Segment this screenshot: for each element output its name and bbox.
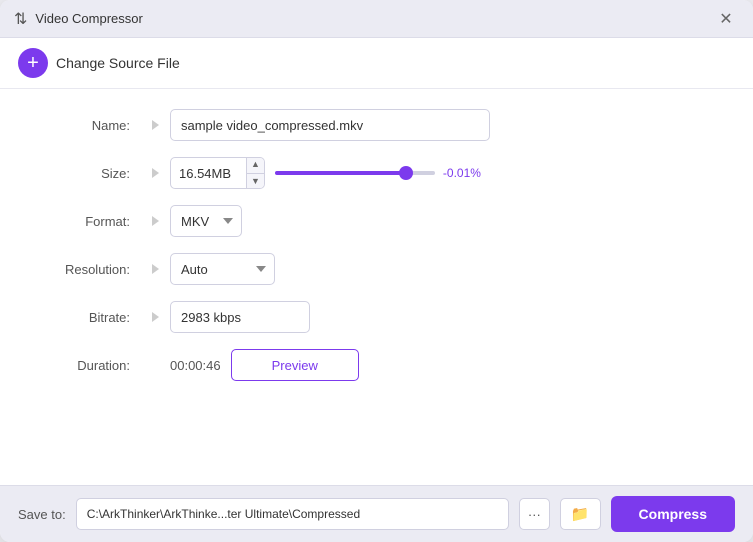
duration-control: 00:00:46 Preview [170, 349, 723, 381]
bitrate-control [170, 301, 723, 333]
resolution-select[interactable]: Auto 1920x1080 1280x720 960x400 640x480 [170, 253, 275, 285]
format-label: Format: [30, 214, 140, 229]
save-path-input[interactable] [76, 498, 509, 530]
resolution-control: Auto 1920x1080 1280x720 960x400 640x480 [170, 253, 723, 285]
bitrate-label: Bitrate: [30, 310, 140, 325]
bottom-bar: Save to: ··· 📁 Compress [0, 485, 753, 542]
toolbar: + Change Source File [0, 38, 753, 89]
slider-pct: -0.01% [443, 166, 481, 180]
compress-button[interactable]: Compress [611, 496, 735, 532]
name-label: Name: [30, 118, 140, 133]
dots-button[interactable]: ··· [519, 498, 550, 530]
size-label: Size: [30, 166, 140, 181]
main-content: Name: Size: 16.54MB ▲ ▼ -0.01% [0, 89, 753, 485]
change-source-label: Change Source File [56, 55, 180, 71]
name-arrow [140, 120, 170, 130]
size-spin-down[interactable]: ▼ [247, 174, 264, 190]
folder-icon: 📁 [571, 505, 590, 523]
bitrate-input[interactable] [170, 301, 310, 333]
app-window: ⇅ Video Compressor ✕ + Change Source Fil… [0, 0, 753, 542]
duration-value: 00:00:46 [170, 358, 221, 373]
name-control [170, 109, 723, 141]
size-spinner: ▲ ▼ [246, 157, 264, 189]
app-icon: ⇅ [14, 9, 27, 29]
window-title: Video Compressor [35, 11, 142, 26]
form-grid: Name: Size: 16.54MB ▲ ▼ -0.01% [30, 109, 723, 381]
titlebar: ⇅ Video Compressor ✕ [0, 0, 753, 38]
bitrate-arrow [140, 312, 170, 322]
format-arrow [140, 216, 170, 226]
change-source-button[interactable]: + Change Source File [18, 48, 180, 78]
size-control: 16.54MB ▲ ▼ -0.01% [170, 157, 723, 189]
size-value-box: 16.54MB ▲ ▼ [170, 157, 265, 189]
slider-wrap: -0.01% [275, 166, 481, 180]
size-arrow [140, 168, 170, 178]
size-slider[interactable] [275, 171, 435, 175]
add-icon: + [18, 48, 48, 78]
close-button[interactable]: ✕ [713, 6, 739, 32]
format-select[interactable]: MKV MP4 AVI MOV WMV [170, 205, 242, 237]
name-input[interactable] [170, 109, 490, 141]
size-spin-up[interactable]: ▲ [247, 157, 264, 174]
resolution-label: Resolution: [30, 262, 140, 277]
size-value-text: 16.54MB [171, 166, 246, 181]
resolution-arrow [140, 264, 170, 274]
titlebar-left: ⇅ Video Compressor [14, 9, 143, 29]
folder-button[interactable]: 📁 [560, 498, 601, 530]
duration-label: Duration: [30, 358, 140, 373]
preview-button[interactable]: Preview [231, 349, 359, 381]
save-to-label: Save to: [18, 507, 66, 522]
format-control: MKV MP4 AVI MOV WMV [170, 205, 723, 237]
